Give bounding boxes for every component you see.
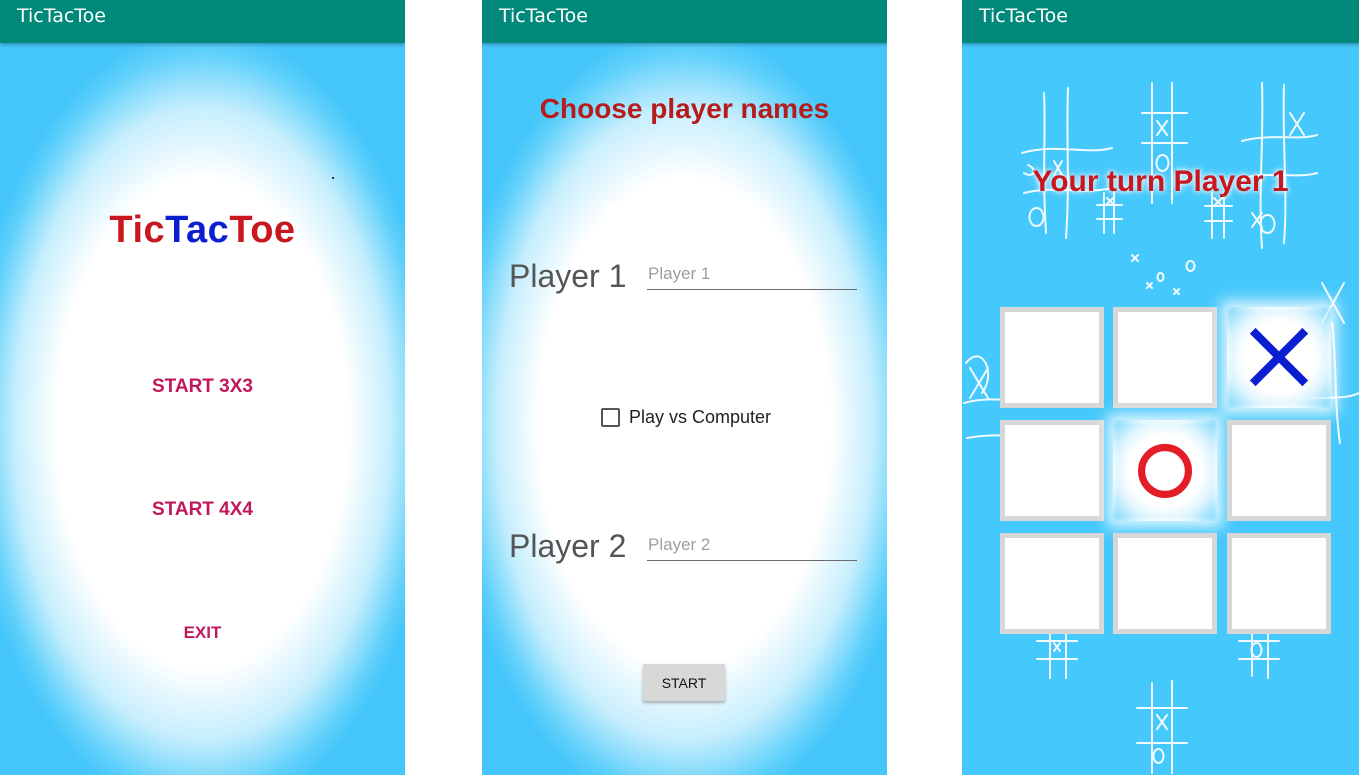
names-content: Choose player names Player 1 Play vs Com…	[482, 43, 887, 775]
menu-content: TicTacToe START 3X3 START 4X4 EXIT	[0, 43, 405, 775]
player-2-input[interactable]	[647, 530, 857, 561]
game-content: Your turn Player 1	[962, 43, 1359, 775]
logo-part-toe: Toe	[229, 209, 296, 251]
menu-screen: TicTacToe TicTacToe START 3X3 START 4X4 …	[0, 0, 405, 775]
app-bar: TicTacToe	[482, 0, 887, 43]
circle-mark-icon	[1137, 443, 1193, 498]
names-screen: TicTacToe Choose player names Player 1 P…	[482, 0, 887, 775]
app-title: TicTacToe	[499, 5, 588, 27]
tic-tac-toe-doodle-background	[963, 82, 1359, 774]
app-bar: TicTacToe	[962, 0, 1359, 43]
board-cell-4[interactable]	[1000, 420, 1104, 521]
board-cell-2[interactable]	[1113, 307, 1217, 408]
app-bar: TicTacToe	[0, 0, 405, 43]
board-cell-7[interactable]	[1000, 533, 1104, 634]
play-vs-computer-checkbox[interactable]	[601, 408, 620, 427]
board-cell-9[interactable]	[1227, 533, 1331, 634]
app-title: TicTacToe	[17, 5, 106, 27]
logo-part-tac: Tac	[165, 209, 230, 251]
start-3x3-button[interactable]: START 3X3	[0, 376, 405, 398]
start-button[interactable]: START	[643, 664, 725, 701]
board-cell-8[interactable]	[1113, 533, 1217, 634]
exit-button[interactable]: EXIT	[0, 623, 405, 643]
play-vs-computer-row[interactable]: Play vs Computer	[601, 407, 771, 428]
dot-artifact	[332, 177, 334, 179]
board-cell-5[interactable]	[1113, 420, 1217, 521]
board-cell-6[interactable]	[1227, 420, 1331, 521]
start-4x4-button[interactable]: START 4X4	[0, 499, 405, 521]
turn-indicator: Your turn Player 1	[1032, 165, 1289, 198]
player-1-input[interactable]	[647, 259, 857, 290]
choose-names-title: Choose player names	[539, 93, 830, 124]
board-cell-3[interactable]	[1227, 307, 1331, 408]
player-2-label: Player 2	[509, 528, 627, 564]
logo-title: TicTacToe	[0, 209, 405, 252]
board-cell-1[interactable]	[1000, 307, 1104, 408]
app-title: TicTacToe	[979, 5, 1068, 27]
logo-part-tic: Tic	[109, 209, 166, 251]
player-1-label: Player 1	[509, 258, 627, 294]
game-screen: TicTacToe Your turn Player 1	[962, 0, 1359, 775]
play-vs-computer-label: Play vs Computer	[629, 407, 772, 427]
cross-mark-icon	[1249, 327, 1309, 387]
